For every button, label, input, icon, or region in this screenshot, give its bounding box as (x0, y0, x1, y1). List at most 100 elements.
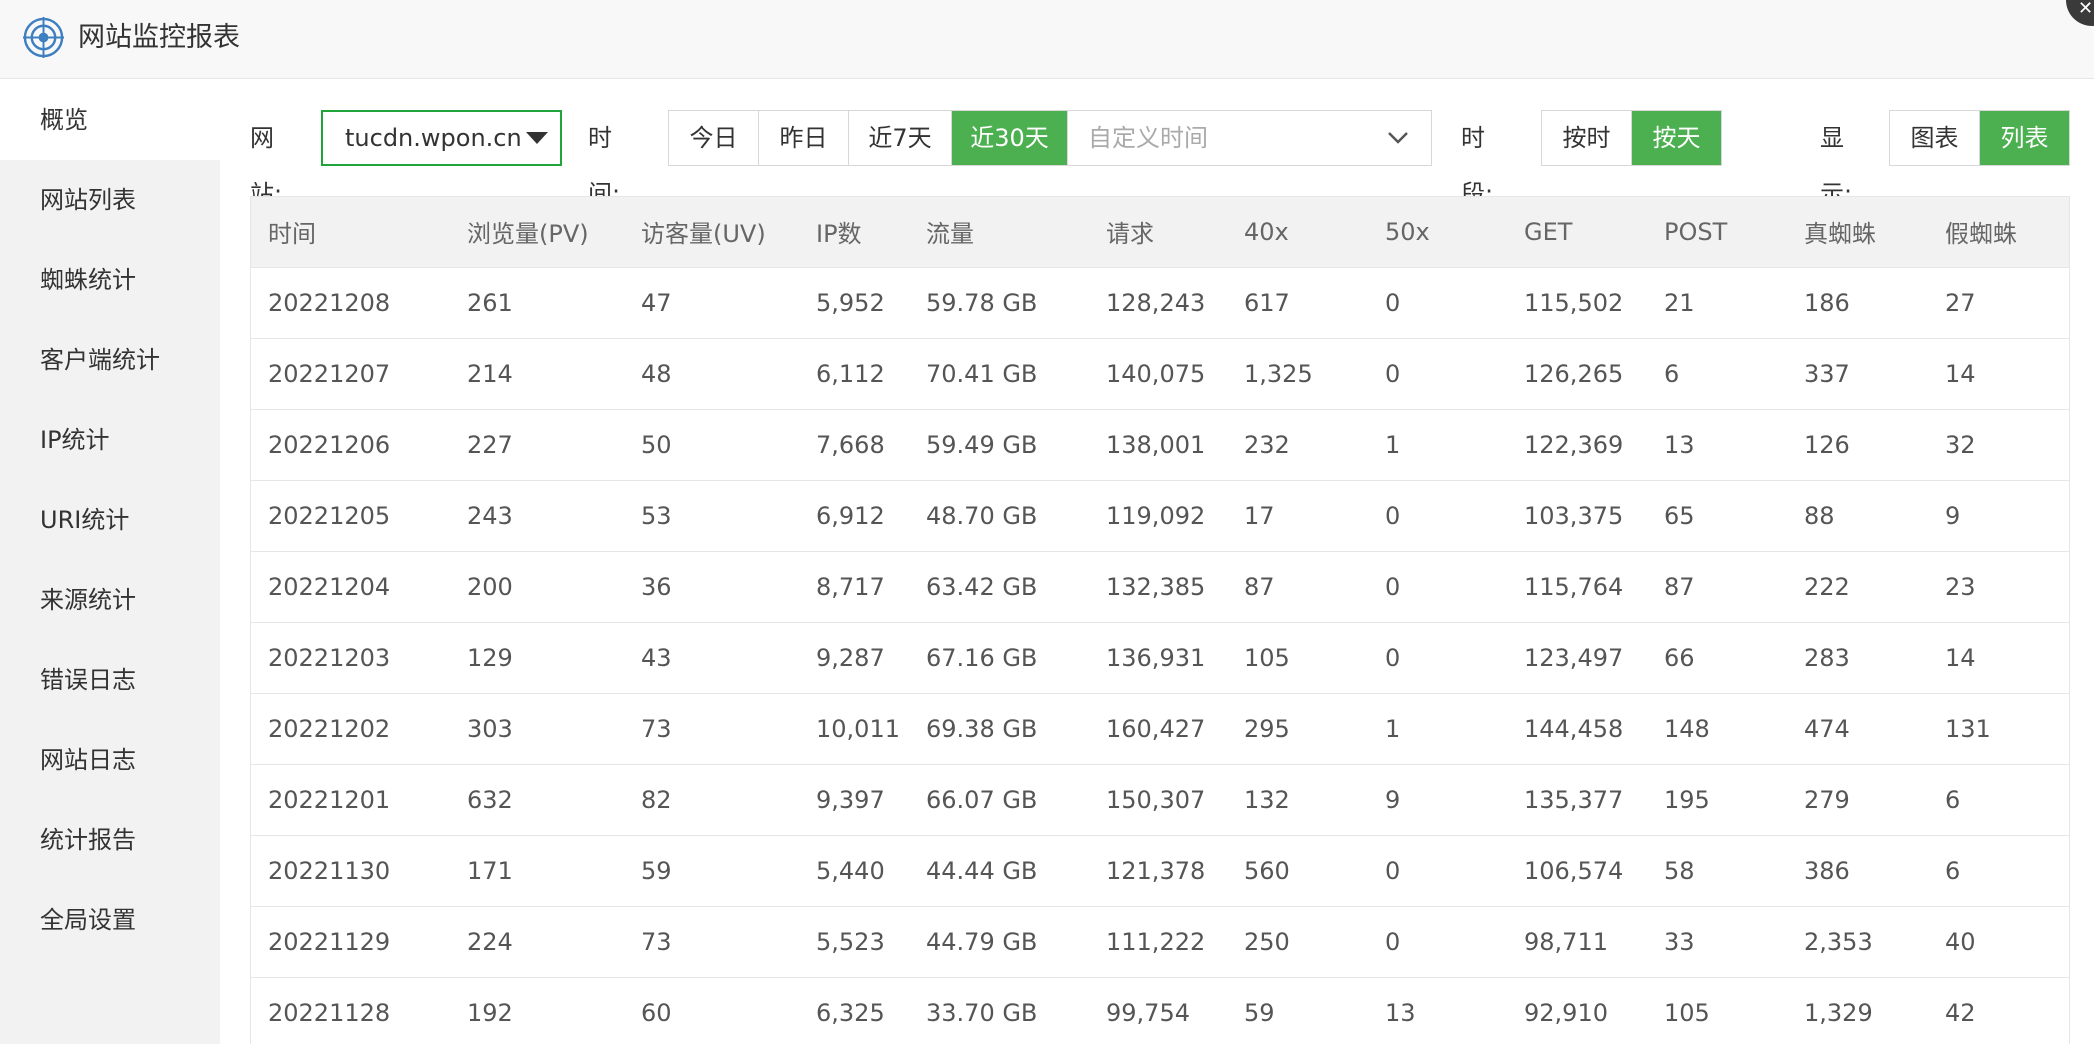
sidebar-item-referrer-stats[interactable]: 来源统计 (0, 560, 220, 640)
table-row: 20221205 243 53 6,912 48.70 GB 119,092 17 0 103,… (251, 480, 2069, 551)
table-cell: 160,427 (1106, 714, 1206, 743)
sidebar-item-error-log[interactable]: 错误日志 (0, 640, 220, 720)
table-row: 20221128 192 60 6,325 33.70 GB 99,754 59 13 92,9… (251, 977, 2069, 1044)
site-select[interactable]: tucdn.wpon.cn (321, 110, 562, 166)
table-cell: 47 (641, 288, 672, 317)
table-cell: 132,385 (1106, 572, 1206, 601)
close-button[interactable]: ✕ (2066, 0, 2094, 26)
table-cell: 195 (1664, 785, 1710, 814)
display-chart-button[interactable]: 图表 (1890, 111, 1980, 165)
sidebar-item-site-list[interactable]: 网站列表 (0, 160, 220, 240)
table-row: 20221204 200 36 8,717 63.42 GB 132,385 87 0 115,… (251, 551, 2069, 622)
table-cell: 65 (1664, 501, 1695, 530)
period-group: 按时 按天 (1541, 110, 1722, 166)
table-cell: 0 (1385, 572, 1401, 601)
table-cell: 243 (467, 501, 513, 530)
sidebar-item-client-stats[interactable]: 客户端统计 (0, 320, 220, 400)
table-cell: 123,497 (1524, 643, 1624, 672)
table-cell: 5,440 (816, 856, 885, 885)
table-cell: 59 (1244, 998, 1275, 1027)
table-cell: 1,329 (1804, 998, 1873, 1027)
table-cell: 140,075 (1106, 359, 1206, 388)
sidebar-item-uri-stats[interactable]: URI统计 (0, 480, 220, 560)
sidebar-item-report[interactable]: 统计报告 (0, 800, 220, 880)
table-cell: 103,375 (1524, 501, 1624, 530)
table-cell: 111,222 (1106, 927, 1206, 956)
title-bar: 网站监控报表 ✕ (0, 0, 2094, 79)
sidebar-item-site-log[interactable]: 网站日志 (0, 720, 220, 800)
table-cell: 279 (1804, 785, 1850, 814)
table-cell: 303 (467, 714, 513, 743)
table-cell: 70.41 GB (926, 359, 1038, 388)
table-cell: 20221130 (268, 856, 391, 885)
sidebar-item-overview[interactable]: 概览 (0, 80, 220, 160)
site-select-value: tucdn.wpon.cn (345, 124, 522, 152)
table-cell: 186 (1804, 288, 1850, 317)
display-list-button[interactable]: 列表 (1980, 111, 2069, 165)
table-cell: 82 (641, 785, 672, 814)
table-cell: 53 (641, 501, 672, 530)
table-cell: 337 (1804, 359, 1850, 388)
period-hourly-button[interactable]: 按时 (1542, 111, 1632, 165)
table-cell: 43 (641, 643, 672, 672)
sidebar-item-ip-stats[interactable]: IP统计 (0, 400, 220, 480)
table-cell: 50 (641, 430, 672, 459)
column-header: 时间 (268, 220, 316, 249)
table-cell: 7,668 (816, 430, 885, 459)
time-yesterday-button[interactable]: 昨日 (759, 111, 849, 165)
table-cell: 6,912 (816, 501, 885, 530)
table-cell: 136,931 (1106, 643, 1206, 672)
table-cell: 6 (1945, 856, 1961, 885)
table-cell: 44.44 GB (926, 856, 1038, 885)
table-cell: 40 (1945, 927, 1976, 956)
period-daily-button[interactable]: 按天 (1632, 111, 1721, 165)
column-header: 请求 (1106, 220, 1154, 249)
table-row: 20221206 227 50 7,668 59.49 GB 138,001 232 1 122… (251, 409, 2069, 480)
table-cell: 20221201 (268, 785, 391, 814)
table-cell: 87 (1664, 572, 1695, 601)
table-cell: 6 (1664, 359, 1680, 388)
table-cell: 283 (1804, 643, 1850, 672)
time-7days-button[interactable]: 近7天 (849, 111, 952, 165)
table-cell: 9 (1945, 501, 1961, 530)
table-cell: 148 (1664, 714, 1710, 743)
table-cell: 48 (641, 359, 672, 388)
table-row: 20221208 261 47 5,952 59.78 GB 128,243 617 0 115… (251, 267, 2069, 338)
table-row: 20221130 171 59 5,440 44.44 GB 121,378 560 0 106… (251, 835, 2069, 906)
table-cell: 44.79 GB (926, 927, 1038, 956)
table-cell: 60 (641, 998, 672, 1027)
table-cell: 121,378 (1106, 856, 1206, 885)
table-cell: 222 (1804, 572, 1850, 601)
sidebar-item-spider-stats[interactable]: 蜘蛛统计 (0, 240, 220, 320)
time-today-button[interactable]: 今日 (669, 111, 759, 165)
time-30days-button[interactable]: 近30天 (952, 111, 1068, 165)
table-cell: 63.42 GB (926, 572, 1038, 601)
custom-time-picker[interactable]: 自定义时间 (1068, 111, 1431, 165)
sidebar-item-global-settings[interactable]: 全局设置 (0, 880, 220, 960)
table-cell: 106,574 (1524, 856, 1624, 885)
table-cell: 224 (467, 927, 513, 956)
table-cell: 131 (1945, 714, 1991, 743)
table-cell: 2,353 (1804, 927, 1873, 956)
table-cell: 150,307 (1106, 785, 1206, 814)
table-cell: 9 (1385, 785, 1401, 814)
table-cell: 73 (641, 927, 672, 956)
table-cell: 214 (467, 359, 513, 388)
table-cell: 126 (1804, 430, 1850, 459)
table-cell: 14 (1945, 359, 1976, 388)
column-header: 真蜘蛛 (1804, 220, 1876, 249)
column-header: GET (1524, 217, 1573, 246)
table-cell: 617 (1244, 288, 1290, 317)
table-cell: 20221205 (268, 501, 391, 530)
table-cell: 13 (1664, 430, 1695, 459)
table-row: 20221203 129 43 9,287 67.16 GB 136,931 105 0 123… (251, 622, 2069, 693)
table-cell: 474 (1804, 714, 1850, 743)
table-cell: 119,092 (1106, 501, 1206, 530)
chevron-down-icon (1388, 132, 1408, 144)
table-cell: 59 (641, 856, 672, 885)
table-cell: 144,458 (1524, 714, 1624, 743)
table-cell: 0 (1385, 288, 1401, 317)
table-cell: 33.70 GB (926, 998, 1038, 1027)
table-cell: 9,287 (816, 643, 885, 672)
table-cell: 192 (467, 998, 513, 1027)
